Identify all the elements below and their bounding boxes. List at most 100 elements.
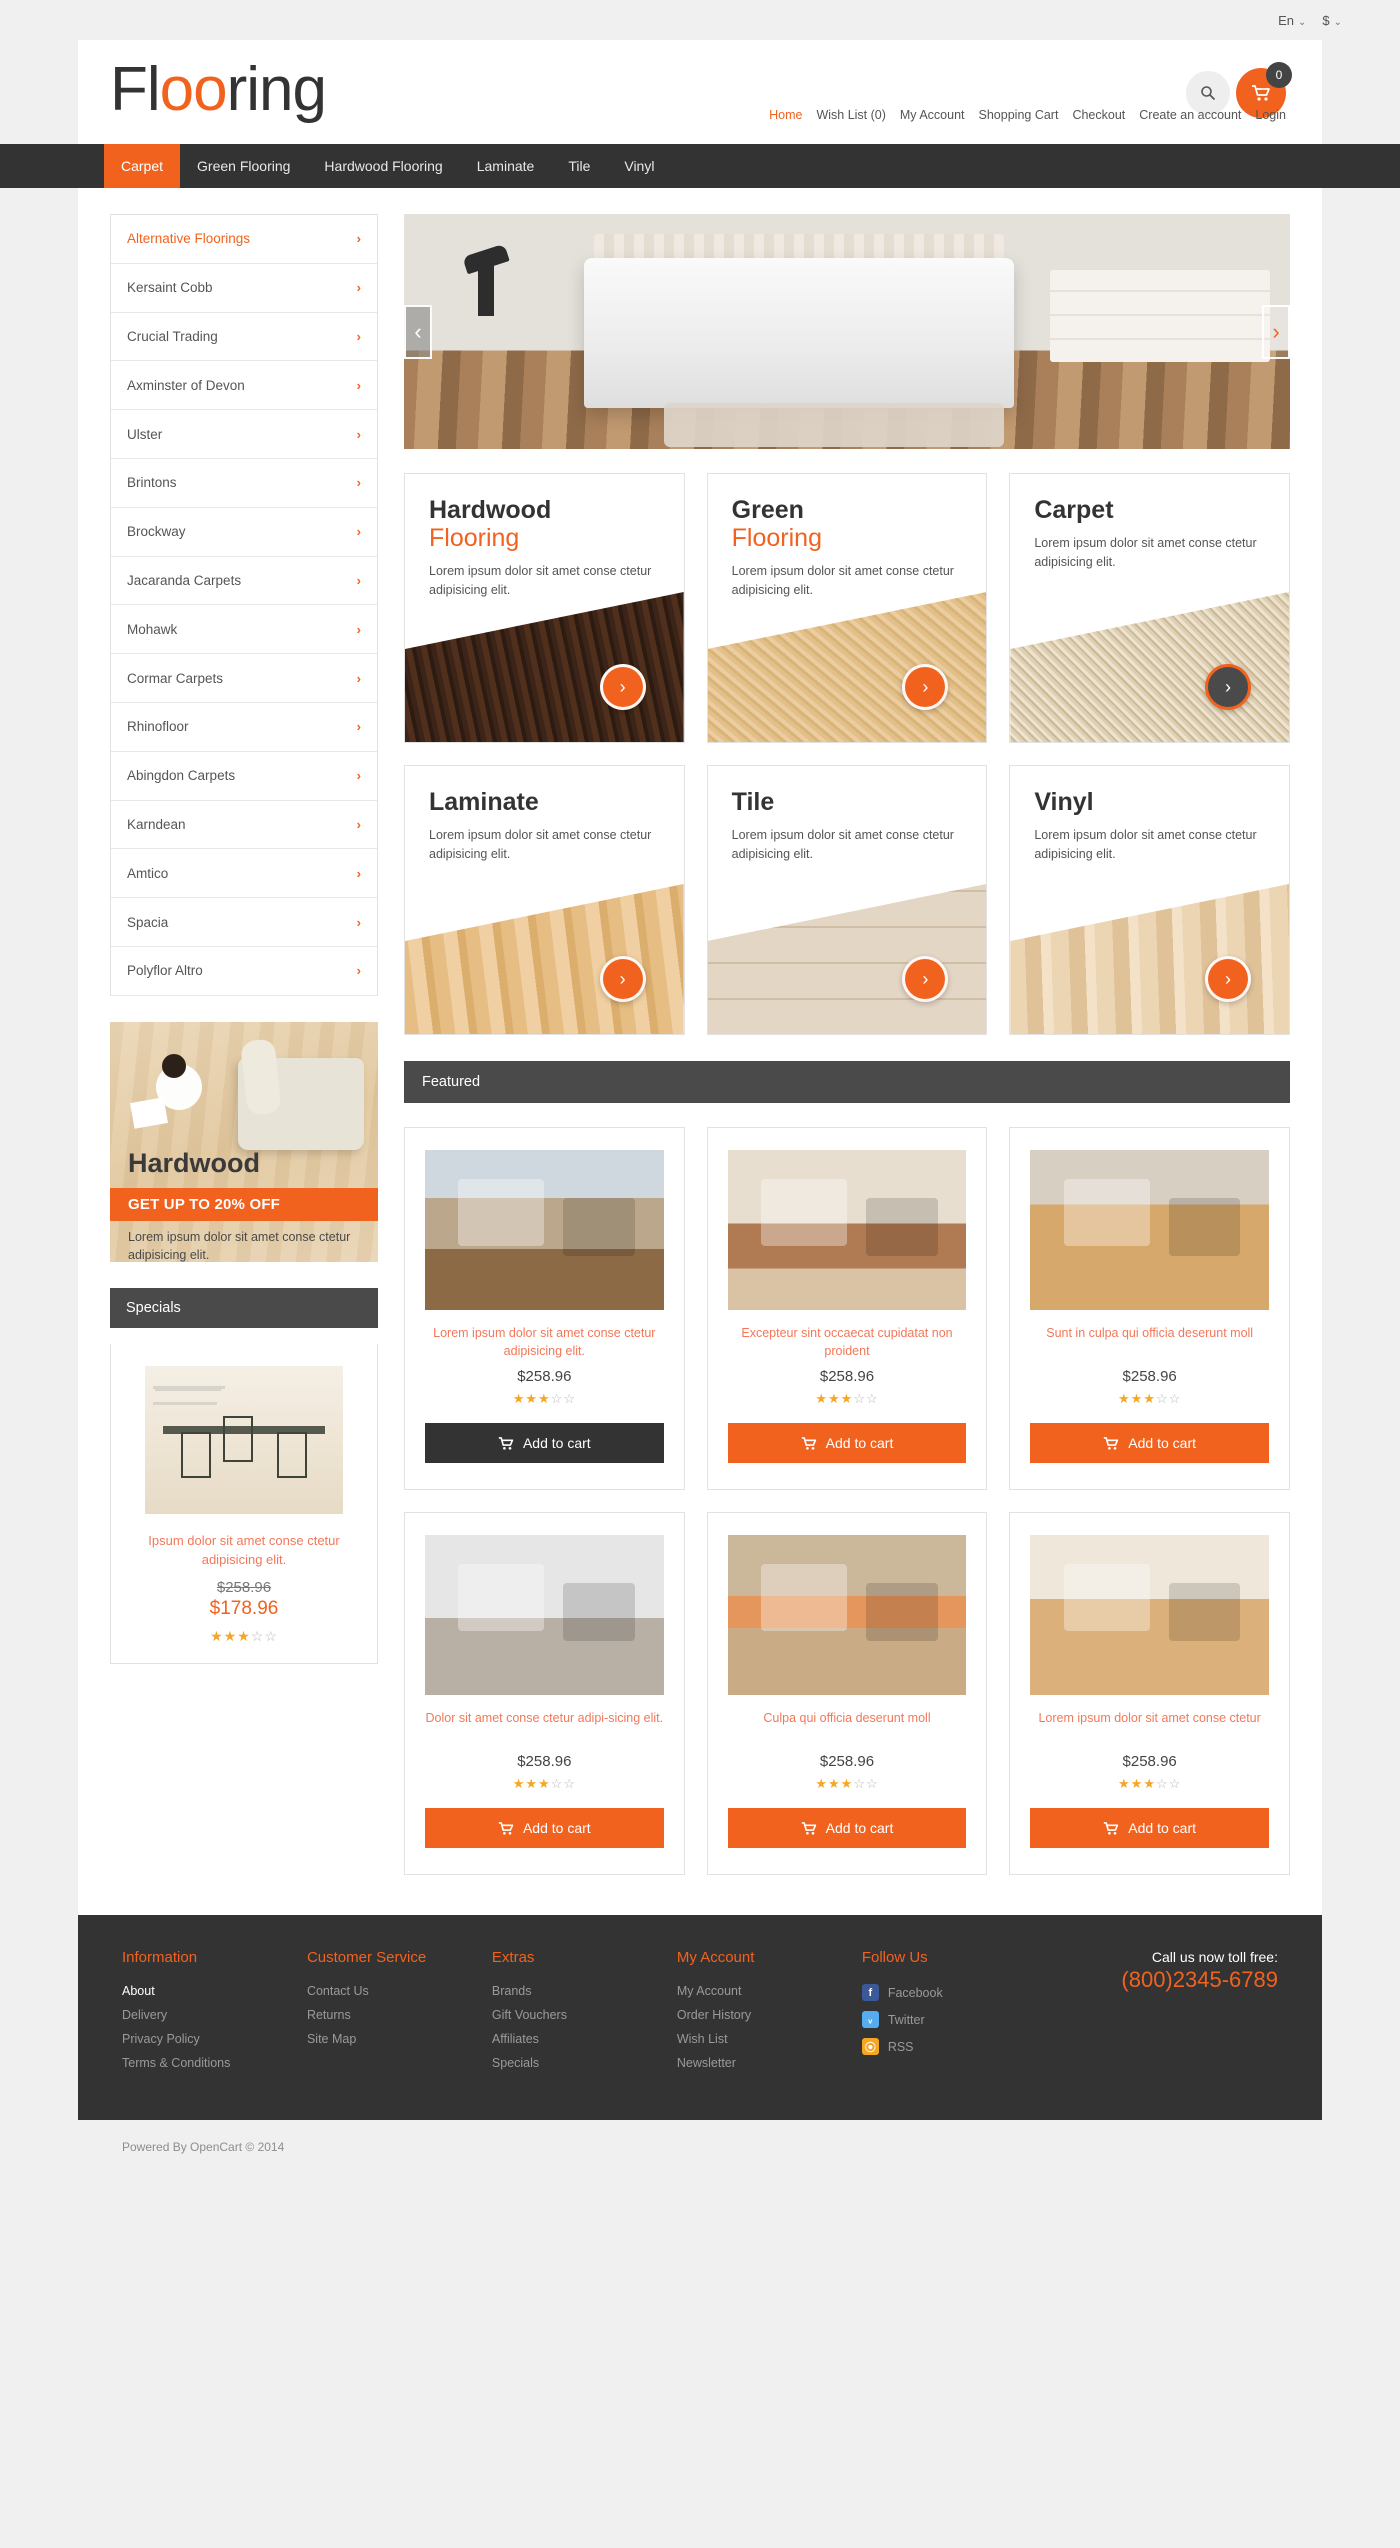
category-card-desc: Lorem ipsum dolor sit amet conse ctetur … — [1034, 828, 1257, 861]
category-card-laminate[interactable]: Laminate Lorem ipsum dolor sit amet conse… — [404, 765, 685, 1035]
add-to-cart-button[interactable]: Add to cart — [425, 1808, 664, 1849]
product-image[interactable] — [727, 1150, 967, 1310]
sidebar-item-12[interactable]: Karndean › — [111, 801, 377, 850]
nav-item-laminate[interactable]: Laminate — [460, 144, 552, 188]
footer-link-2[interactable]: Privacy Policy — [122, 2032, 307, 2046]
category-card-hardwood[interactable]: Hardwood Flooring Lorem ipsum dolor sit am… — [404, 473, 685, 743]
header-link-6[interactable]: Login — [1255, 108, 1286, 122]
product-price: $258.96 — [1122, 1753, 1177, 1771]
header-link-0[interactable]: Home — [769, 108, 802, 122]
slider-next-button[interactable]: › — [1262, 304, 1290, 359]
product-image[interactable] — [425, 1535, 664, 1696]
footer-link-1[interactable]: Gift Vouchers — [492, 2008, 677, 2022]
nav-item-vinyl[interactable]: Vinyl — [607, 144, 671, 188]
product-image[interactable] — [425, 1150, 664, 1310]
hero-slider: ‹ › — [404, 214, 1290, 449]
category-card-arrow-button[interactable]: › — [599, 664, 646, 710]
sidebar-item-3[interactable]: Axminster of Devon › — [111, 361, 377, 411]
sidebar-item-label: Alternative Floorings — [127, 231, 251, 247]
social-link-rss[interactable]: ⦿ RSS — [861, 2038, 1047, 2056]
chevron-right-icon: › — [356, 621, 361, 637]
promo-banner[interactable]: Hardwood GET UP TO 20% OFF Lorem ipsum d… — [110, 1021, 378, 1262]
product-image[interactable] — [727, 1535, 967, 1696]
sidebar-item-4[interactable]: Ulster › — [111, 410, 377, 459]
special-product-image[interactable] — [145, 1365, 343, 1514]
footer-link-2[interactable]: Site Map — [307, 2032, 492, 2046]
header-link-3[interactable]: Shopping Cart — [979, 108, 1059, 122]
star-icon: ☆ — [1155, 1391, 1169, 1406]
product-name[interactable]: Sunt in culpa qui officia deserunt moll — [1030, 1324, 1269, 1360]
phone-number[interactable]: (800)2345-6789 — [1047, 1967, 1278, 1993]
star-icon: ☆ — [563, 1391, 576, 1407]
nav-item-green-flooring[interactable]: Green Flooring — [180, 144, 307, 188]
header-link-4[interactable]: Checkout — [1072, 108, 1125, 122]
product-name[interactable]: Excepteur sint occaecat cupidatat non pr… — [728, 1324, 967, 1360]
header-link-5[interactable]: Create an account — [1139, 108, 1241, 122]
sidebar-item-5[interactable]: Brintons › — [111, 459, 377, 508]
category-card-arrow-button[interactable]: › — [599, 956, 646, 1002]
category-card-vinyl[interactable]: Vinyl Lorem ipsum dolor sit amet conse ct… — [1009, 765, 1290, 1035]
footer-link-0[interactable]: My Account — [677, 1984, 862, 1998]
header-link-1[interactable]: Wish List (0) — [816, 108, 885, 122]
add-to-cart-button[interactable]: Add to cart — [1030, 1423, 1269, 1463]
product-image[interactable] — [1030, 1535, 1269, 1696]
category-card-green[interactable]: Green Flooring Lorem ipsum dolor sit amet … — [706, 473, 988, 743]
sidebar-item-15[interactable]: Polyflor Altro › — [111, 947, 377, 996]
category-card-carpet[interactable]: Carpet Lorem ipsum dolor sit amet conse c… — [1009, 473, 1290, 743]
social-link-twitter[interactable]: ᵥ Twitter — [861, 2011, 1047, 2029]
category-card-arrow-button[interactable]: › — [902, 664, 949, 710]
product-name[interactable]: Lorem ipsum dolor sit amet conse ctetur … — [425, 1324, 664, 1360]
footer-link-0[interactable]: Contact Us — [307, 1984, 492, 1998]
footer-link-3[interactable]: Terms & Conditions — [122, 2056, 307, 2070]
sidebar-item-13[interactable]: Amtico › — [111, 849, 377, 899]
sidebar-item-11[interactable]: Abingdon Carpets › — [111, 752, 377, 801]
special-product-name[interactable]: Ipsum dolor sit amet conse ctetur adipis… — [127, 1532, 361, 1570]
category-card-arrow-button[interactable]: › — [1204, 956, 1251, 1002]
footer-link-3[interactable]: Specials — [492, 2056, 677, 2070]
footer-link-1[interactable]: Order History — [677, 2008, 862, 2022]
category-card-arrow-button[interactable]: › — [902, 956, 949, 1002]
category-card-desc: Lorem ipsum dolor sit amet conse ctetur … — [429, 828, 652, 861]
category-card-body: Tile Lorem ipsum dolor sit amet conse cte… — [708, 766, 987, 864]
nav-item-carpet[interactable]: Carpet — [104, 144, 181, 188]
footer-link-2[interactable]: Wish List — [677, 2032, 862, 2046]
footer-link-0[interactable]: Brands — [492, 1984, 677, 1998]
footer-link-0[interactable]: About — [122, 1984, 307, 1998]
sidebar-item-label: Polyflor Altro — [127, 963, 203, 979]
product-name[interactable]: Culpa qui officia deserunt moll — [728, 1709, 967, 1745]
footer-link-3[interactable]: Newsletter — [677, 2056, 862, 2070]
product-card: Lorem ipsum dolor sit amet conse ctetur $… — [1009, 1512, 1290, 1876]
slider-prev-button[interactable]: ‹ — [404, 304, 432, 359]
header-link-2[interactable]: My Account — [900, 108, 965, 122]
category-card-arrow-button[interactable]: › — [1204, 664, 1251, 710]
product-image[interactable] — [1030, 1150, 1269, 1310]
sidebar-item-2[interactable]: Crucial Trading › — [111, 313, 377, 362]
add-to-cart-button[interactable]: Add to cart — [727, 1423, 967, 1464]
site-logo[interactable]: Flooring — [110, 59, 327, 121]
product-name[interactable]: Dolor sit amet conse ctetur adipi-sicing… — [425, 1709, 664, 1745]
sidebar-item-7[interactable]: Jacaranda Carpets › — [111, 557, 377, 606]
add-to-cart-button[interactable]: Add to cart — [1030, 1808, 1269, 1849]
nav-item-tile[interactable]: Tile — [551, 144, 607, 188]
hero-rug-shape — [664, 403, 1004, 447]
sidebar-item-9[interactable]: Cormar Carpets › — [111, 654, 377, 703]
sidebar-item-0[interactable]: Alternative Floorings › — [111, 215, 377, 264]
sidebar-item-1[interactable]: Kersaint Cobb › — [111, 264, 377, 313]
sidebar-item-14[interactable]: Spacia › — [111, 898, 377, 947]
sidebar-item-8[interactable]: Mohawk › — [111, 605, 377, 655]
footer-link-1[interactable]: Delivery — [122, 2008, 307, 2022]
category-card-tile[interactable]: Tile Lorem ipsum dolor sit amet conse cte… — [706, 765, 988, 1035]
social-link-facebook[interactable]: f Facebook — [861, 1984, 1047, 2002]
sidebar-item-6[interactable]: Brockway › — [111, 508, 377, 557]
nav-item-hardwood-flooring[interactable]: Hardwood Flooring — [307, 144, 459, 188]
promo-paper-shape — [130, 1096, 168, 1129]
add-to-cart-button[interactable]: Add to cart — [727, 1808, 967, 1849]
add-to-cart-button[interactable]: Add to cart — [425, 1423, 664, 1464]
currency-selector[interactable]: $ ⌄ — [1322, 13, 1342, 28]
language-selector[interactable]: En ⌄ — [1278, 13, 1306, 28]
footer-link-1[interactable]: Returns — [307, 2008, 492, 2022]
sidebar-item-10[interactable]: Rhinofloor › — [111, 703, 377, 752]
footer-link-2[interactable]: Affiliates — [492, 2032, 677, 2046]
product-name[interactable]: Lorem ipsum dolor sit amet conse ctetur — [1030, 1709, 1269, 1745]
chevron-right-icon: › — [356, 670, 361, 686]
